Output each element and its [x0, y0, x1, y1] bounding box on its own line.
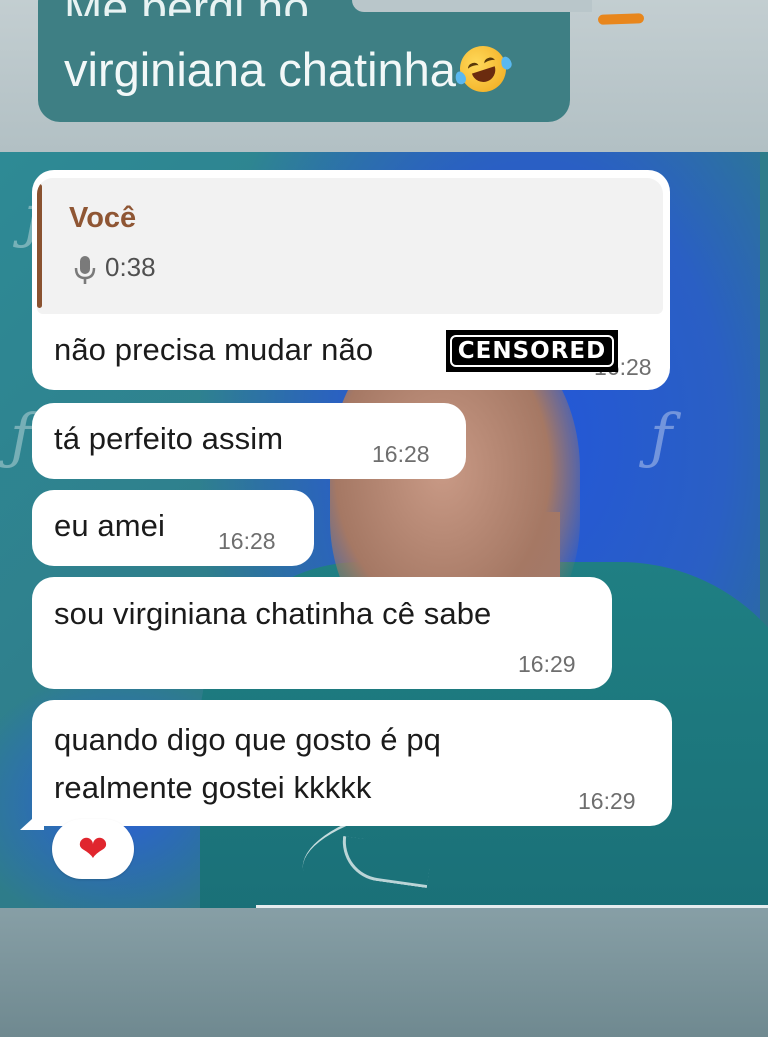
- message-text: tá perfeito assim: [54, 421, 284, 456]
- message-text-line2: realmente gostei kkkkk: [54, 770, 372, 805]
- story-caption-line1: Me perdi no: [64, 0, 309, 16]
- orange-scribble: [597, 13, 645, 25]
- message-text-line1: quando digo que gosto é pq: [54, 722, 441, 757]
- message-time: 16:28: [372, 441, 430, 467]
- quote-author: Você: [69, 202, 137, 234]
- microphone-icon: [74, 256, 96, 284]
- story-caption-line2: virginiana chatinha: [64, 40, 513, 98]
- message-bubble[interactable]: tá perfeito assim 16:28: [32, 403, 466, 479]
- message-text: eu amei: [54, 508, 165, 543]
- story-caption-text: virginiana chatinha: [64, 43, 456, 96]
- story-divider: [352, 0, 592, 12]
- quote-bar: [37, 184, 42, 308]
- message-bubble[interactable]: sou virginiana chatinha cê sabe 16:29: [32, 577, 612, 689]
- message-text: sou virginiana chatinha cê sabe: [54, 596, 492, 631]
- message-time: 16:29: [518, 651, 576, 677]
- message-time: 16:28: [218, 528, 276, 554]
- audio-duration: 0:38: [105, 252, 156, 282]
- message-bubble[interactable]: eu amei 16:28: [32, 490, 314, 566]
- message-text: não precisa mudar não: [54, 332, 374, 367]
- message-bubble[interactable]: quando digo que gosto é pq realmente gos…: [32, 700, 672, 826]
- quoted-audio-reply[interactable]: Você 0:38: [37, 178, 663, 314]
- message-reaction[interactable]: ❤: [52, 819, 134, 879]
- message-time: 16:29: [578, 788, 636, 814]
- rolling-on-floor-laughing-icon: [453, 40, 513, 98]
- heart-icon: ❤: [77, 828, 109, 869]
- story-bottom-background: [0, 908, 768, 1037]
- censored-sticker: CENSORED: [446, 330, 618, 372]
